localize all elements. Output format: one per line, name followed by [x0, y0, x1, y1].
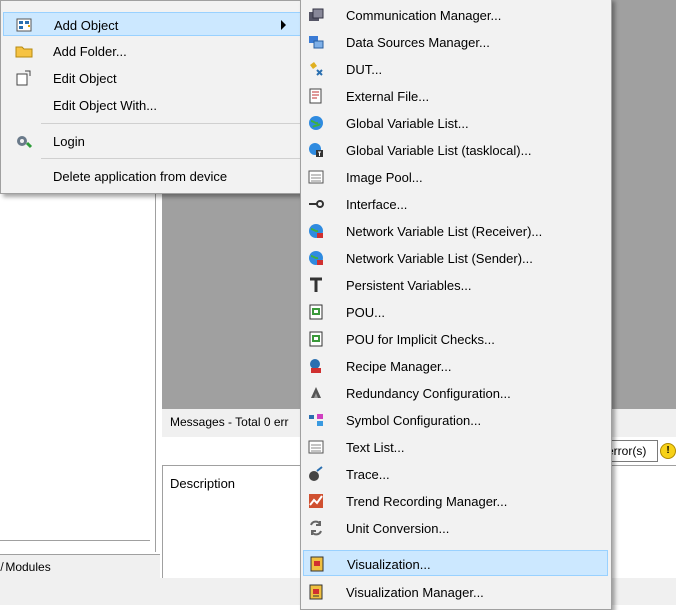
redundancy-icon — [308, 385, 324, 401]
visualization-icon — [309, 556, 325, 572]
submenu-item-network-variable-list-receiver[interactable]: Network Variable List (Receiver)... — [303, 218, 608, 244]
menu-item-login[interactable]: Login — [3, 129, 301, 153]
submenu-item-network-variable-list-sender[interactable]: Network Variable List (Sender)... — [303, 245, 608, 271]
modules-tab[interactable]: ̸ Modules — [0, 554, 160, 579]
menu-item-delete-application[interactable]: Delete application from device — [3, 164, 301, 188]
menu-item-edit-object[interactable]: Edit Object — [3, 66, 301, 90]
submenu-item-label: Trace... — [346, 467, 390, 482]
unit-conversion-icon — [308, 520, 324, 536]
menu-item-add-object[interactable]: Add Object — [3, 12, 301, 36]
menu-separator — [41, 158, 301, 159]
warning-icon[interactable]: ! — [660, 443, 676, 459]
submenu-item-label: Redundancy Configuration... — [346, 386, 511, 401]
recipe-icon — [308, 358, 324, 374]
submenu-item-recipe-manager[interactable]: Recipe Manager... — [303, 353, 608, 379]
edit-object-icon — [15, 70, 33, 86]
submenu-item-label: Interface... — [346, 197, 408, 212]
interface-icon — [308, 196, 324, 212]
menu-item-label: Delete application from device — [53, 169, 228, 184]
submenu-item-label: Data Sources Manager... — [346, 35, 490, 50]
submenu-item-label: POU for Implicit Checks... — [346, 332, 495, 347]
login-icon — [15, 133, 33, 149]
modules-tab-label: ̸ Modules — [2, 560, 51, 574]
add-object-icon — [16, 17, 34, 33]
submenu-item-unit-conversion[interactable]: Unit Conversion... — [303, 515, 608, 541]
persistent-icon — [308, 277, 324, 293]
add-object-submenu: Communication Manager... Data Sources Ma… — [300, 0, 612, 610]
menu-separator — [41, 123, 301, 124]
submenu-item-persistent-variables[interactable]: Persistent Variables... — [303, 272, 608, 298]
menu-item-label: Login — [53, 134, 85, 149]
submenu-item-label: Persistent Variables... — [346, 278, 472, 293]
menu-item-label: Edit Object — [53, 71, 117, 86]
folder-icon — [15, 43, 33, 59]
messages-title: Messages - Total 0 err — [170, 415, 289, 429]
submenu-item-dut[interactable]: DUT... — [303, 56, 608, 82]
submenu-item-label: Symbol Configuration... — [346, 413, 482, 428]
globe-task-icon — [308, 142, 324, 158]
submenu-item-label: POU... — [346, 305, 386, 320]
menu-item-label: Add Folder... — [53, 44, 127, 59]
submenu-item-text-list[interactable]: Text List... — [303, 434, 608, 460]
panel-divider — [0, 540, 150, 541]
submenu-item-image-pool[interactable]: Image Pool... — [303, 164, 608, 190]
network-receiver-icon — [308, 223, 324, 239]
submenu-item-pou-implicit-checks[interactable]: POU for Implicit Checks... — [303, 326, 608, 352]
submenu-item-label: Global Variable List... — [346, 116, 469, 131]
submenu-arrow-icon — [281, 20, 286, 30]
symbol-icon — [308, 412, 324, 428]
submenu-item-label: Trend Recording Manager... — [346, 494, 508, 509]
submenu-item-label: Recipe Manager... — [346, 359, 452, 374]
submenu-item-label: Global Variable List (tasklocal)... — [346, 143, 532, 158]
submenu-item-data-sources-manager[interactable]: Data Sources Manager... — [303, 29, 608, 55]
text-list-icon — [308, 439, 324, 455]
submenu-item-external-file[interactable]: External File... — [303, 83, 608, 109]
submenu-item-label: Image Pool... — [346, 170, 423, 185]
submenu-item-pou[interactable]: POU... — [303, 299, 608, 325]
submenu-item-label: Visualization... — [347, 557, 431, 572]
submenu-item-trace[interactable]: Trace... — [303, 461, 608, 487]
errors-filter-label: error(s) — [607, 444, 647, 458]
pou-icon — [308, 304, 324, 320]
submenu-item-global-variable-list[interactable]: Global Variable List... — [303, 110, 608, 136]
submenu-item-communication-manager[interactable]: Communication Manager... — [303, 2, 608, 28]
submenu-item-redundancy-configuration[interactable]: Redundancy Configuration... — [303, 380, 608, 406]
errors-filter-button[interactable]: error(s) — [604, 440, 658, 462]
trace-icon — [308, 466, 324, 482]
globe-icon — [308, 115, 324, 131]
submenu-item-label: Visualization Manager... — [346, 585, 484, 600]
visualization-manager-icon — [308, 584, 324, 600]
submenu-item-global-variable-list-tasklocal[interactable]: Global Variable List (tasklocal)... — [303, 137, 608, 163]
trend-icon — [308, 493, 324, 509]
external-file-icon — [308, 88, 324, 104]
menu-item-label: Add Object — [54, 18, 119, 33]
communication-manager-icon — [308, 7, 324, 23]
submenu-item-interface[interactable]: Interface... — [303, 191, 608, 217]
submenu-item-symbol-configuration[interactable]: Symbol Configuration... — [303, 407, 608, 433]
submenu-item-label: Network Variable List (Receiver)... — [346, 224, 543, 239]
context-menu: Add Object Add Folder... Edit Object Edi… — [0, 0, 305, 194]
dut-icon — [308, 61, 324, 77]
menu-item-edit-object-with[interactable]: Edit Object With... — [3, 93, 301, 117]
image-pool-icon — [308, 169, 324, 185]
submenu-item-label: External File... — [346, 89, 430, 104]
menu-item-label: Edit Object With... — [53, 98, 158, 113]
data-sources-icon — [308, 34, 324, 50]
submenu-item-label: DUT... — [346, 62, 383, 77]
submenu-item-label: Network Variable List (Sender)... — [346, 251, 533, 266]
description-column-header[interactable]: Description — [170, 476, 235, 491]
submenu-item-trend-recording-manager[interactable]: Trend Recording Manager... — [303, 488, 608, 514]
submenu-item-visualization-manager[interactable]: Visualization Manager... — [303, 579, 608, 605]
network-sender-icon — [308, 250, 324, 266]
submenu-item-label: Communication Manager... — [346, 8, 502, 23]
pou-checks-icon — [308, 331, 324, 347]
submenu-item-label: Unit Conversion... — [346, 521, 450, 536]
submenu-item-label: Text List... — [346, 440, 405, 455]
menu-item-add-folder[interactable]: Add Folder... — [3, 39, 301, 63]
submenu-item-visualization[interactable]: Visualization... — [303, 550, 608, 576]
